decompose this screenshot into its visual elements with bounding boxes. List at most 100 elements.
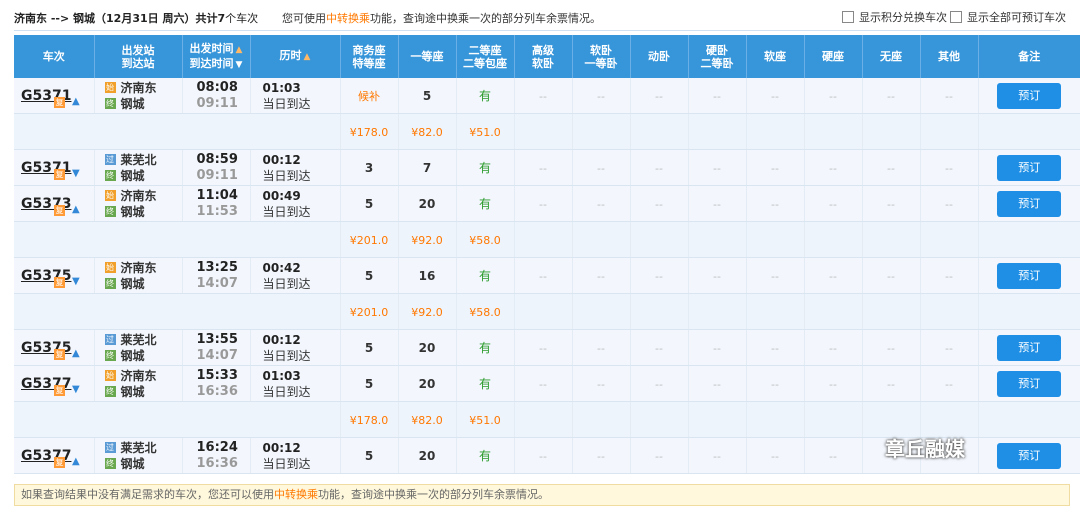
to-station: 钢城 [120, 204, 145, 219]
expand-up-icon[interactable]: ▲ [72, 348, 80, 360]
seat-cell-empty: -- [920, 329, 979, 366]
points-exchange-option[interactable]: 显示积分兑换车次 [842, 9, 947, 25]
seat-cell-empty: -- [514, 365, 573, 402]
first-seat-cell[interactable]: 20 [398, 185, 457, 222]
book-button[interactable]: 预订 [997, 370, 1062, 397]
expand-up-icon[interactable]: ▲ [72, 96, 80, 108]
first-price: ¥82.0 [398, 401, 457, 438]
business-seat-cell[interactable]: 5 [340, 257, 399, 294]
duration-cell: 00:12 当日到达 [250, 437, 341, 474]
book-button[interactable]: 预订 [997, 82, 1062, 109]
footer-transfer-link[interactable]: 中转换乘 [274, 488, 318, 501]
price-row: ¥201.0 ¥92.0 ¥58.0 [14, 293, 1080, 330]
seat-cell-empty: -- [688, 185, 747, 222]
seat-cell-empty: -- [746, 78, 805, 114]
business-seat-cell[interactable]: 5 [340, 185, 399, 222]
expand-up-icon[interactable]: ▲ [72, 456, 80, 468]
seat-cell-empty: -- [862, 365, 921, 402]
all-bookable-checkbox[interactable] [950, 11, 962, 23]
from-station: 济南东 [120, 80, 157, 95]
price-spacer [14, 293, 341, 330]
seat-cell-empty: -- [862, 329, 921, 366]
business-seat-cell[interactable]: 候补 [340, 78, 399, 114]
business-price: ¥178.0 [340, 401, 399, 438]
business-seat-cell[interactable]: 5 [340, 437, 399, 474]
business-seat-cell[interactable]: 5 [340, 365, 399, 402]
seat-cell-empty: -- [746, 365, 805, 402]
first-seat-cell[interactable]: 16 [398, 257, 457, 294]
sort-down-icon[interactable]: ▼ [236, 60, 243, 70]
depart-time: 16:24 [196, 439, 238, 455]
origin-type-icon: 始 [104, 82, 116, 93]
expand-down-icon[interactable]: ▼ [72, 168, 80, 180]
expand-down-icon[interactable]: ▼ [72, 384, 80, 396]
second-seat-cell[interactable]: 有 [456, 185, 515, 222]
first-price: ¥92.0 [398, 293, 457, 330]
from-station: 莱芜北 [120, 152, 157, 167]
points-exchange-label: 显示积分兑换车次 [859, 11, 947, 24]
price-empty [920, 221, 979, 258]
all-bookable-option[interactable]: 显示全部可预订车次 [950, 9, 1066, 25]
col-hard-sleeper: 硬卧 二等卧 [688, 35, 747, 78]
first-seat-cell[interactable]: 20 [398, 365, 457, 402]
arrive-time: 11:53 [196, 203, 238, 219]
col-second: 二等座 二等包座 [456, 35, 515, 78]
seat-cell-empty: -- [514, 78, 573, 114]
train-row: G5377 复 ▼ 始济南东终钢城 15:33 16:36 01:03 当日到达 5 20 有 -- -… [14, 365, 1080, 402]
seat-cell-empty: -- [630, 149, 689, 186]
book-button[interactable]: 预订 [997, 442, 1062, 469]
to-station: 钢城 [120, 456, 145, 471]
second-seat-cell[interactable]: 有 [456, 149, 515, 186]
book-button[interactable]: 预订 [997, 154, 1062, 181]
price-empty [514, 401, 573, 438]
price-empty [920, 293, 979, 330]
to-station: 钢城 [120, 348, 145, 363]
first-seat-cell[interactable]: 20 [398, 437, 457, 474]
second-seat-cell[interactable]: 有 [456, 78, 515, 114]
station-cell: 始济南东终钢城 [94, 365, 183, 402]
second-seat-cell[interactable]: 有 [456, 257, 515, 294]
col-duration[interactable]: 历时 ▲ [250, 35, 341, 78]
seat-cell-empty: -- [804, 185, 863, 222]
business-price: ¥201.0 [340, 293, 399, 330]
transfer-hint: 您可使用中转换乘功能，查询途中换乘一次的部分列车余票情况。 [282, 10, 601, 26]
book-button[interactable]: 预订 [997, 190, 1062, 217]
route-text: 济南东 --> 钢城（12月31日 周六）共计 [14, 12, 218, 25]
price-empty [630, 221, 689, 258]
remark-cell: 预订 [978, 437, 1080, 474]
footer-hint: 如果查询结果中没有满足需求的车次，您还可以使用中转换乘功能，查询途中换乘一次的部… [14, 484, 1070, 506]
book-button[interactable]: 预订 [997, 262, 1062, 289]
arrive-time: 14:07 [196, 347, 238, 363]
price-empty [688, 221, 747, 258]
fuxing-badge: 复 [54, 205, 65, 216]
first-seat-cell[interactable]: 7 [398, 149, 457, 186]
remark-cell: 预订 [978, 78, 1080, 114]
arrive-time: 16:36 [196, 383, 238, 399]
expand-up-icon[interactable]: ▲ [72, 204, 80, 216]
sort-up-icon[interactable]: ▲ [304, 52, 311, 62]
seat-cell-empty: -- [862, 257, 921, 294]
points-exchange-checkbox[interactable] [842, 11, 854, 23]
book-button[interactable]: 预订 [997, 334, 1062, 361]
transfer-link[interactable]: 中转换乘 [326, 12, 370, 25]
seat-cell-empty: -- [688, 257, 747, 294]
sort-up-icon[interactable]: ▲ [236, 45, 243, 55]
seat-cell-empty: -- [630, 185, 689, 222]
expand-down-icon[interactable]: ▼ [72, 276, 80, 288]
first-seat-cell[interactable]: 20 [398, 329, 457, 366]
train-row: G5375 复 ▲ 过莱芜北终钢城 13:55 14:07 00:12 当日到达 5 20 有 -- -… [14, 329, 1080, 366]
to-station: 钢城 [120, 96, 145, 111]
business-seat-cell[interactable]: 3 [340, 149, 399, 186]
second-seat-cell[interactable]: 有 [456, 437, 515, 474]
col-no-seat: 无座 [862, 35, 921, 78]
first-seat-cell[interactable]: 5 [398, 78, 457, 114]
seat-cell-empty: -- [630, 365, 689, 402]
to-station: 钢城 [120, 168, 145, 183]
business-seat-cell[interactable]: 5 [340, 329, 399, 366]
col-time[interactable]: 出发时间 ▲ 到达时间 ▼ [182, 35, 251, 78]
origin-type-icon: 始 [104, 370, 116, 381]
second-seat-cell[interactable]: 有 [456, 329, 515, 366]
seat-cell-empty: -- [572, 257, 631, 294]
second-seat-cell[interactable]: 有 [456, 365, 515, 402]
price-empty [978, 221, 1080, 258]
